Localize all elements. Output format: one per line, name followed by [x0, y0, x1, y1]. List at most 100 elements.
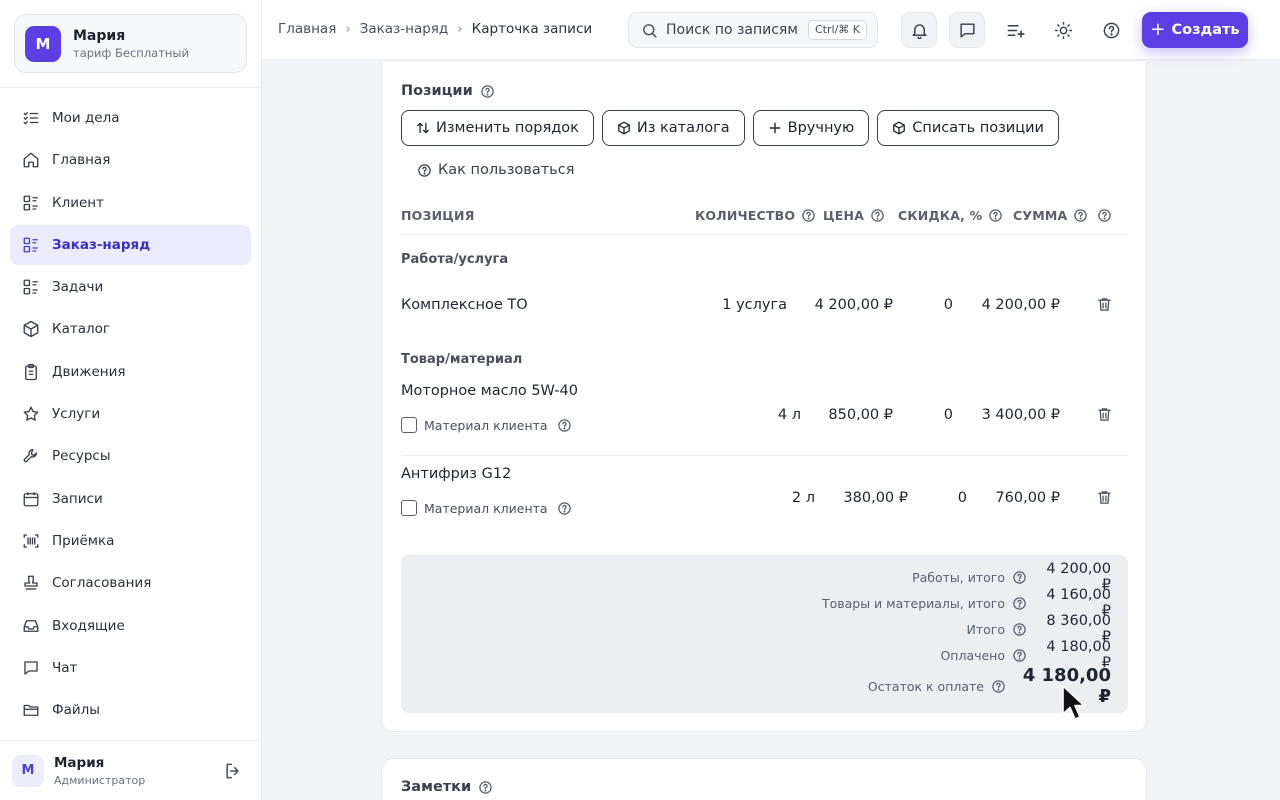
account-switcher[interactable]: М Мария тариф Бесплатный	[14, 14, 247, 73]
sidebar-item-inbox[interactable]: Входящие	[10, 606, 251, 646]
sidebar-item-records[interactable]: Записи	[10, 479, 251, 519]
write-off-button[interactable]: Списать позиции	[877, 110, 1059, 146]
manual-add-button[interactable]: Вручную	[752, 110, 870, 146]
help-icon[interactable]	[1012, 648, 1027, 663]
write-off-button-label: Списать позиции	[912, 120, 1044, 136]
manual-add-button-label: Вручную	[787, 120, 855, 136]
sidebar-item-label: Главная	[52, 152, 111, 169]
position-price: 380,00 ₽	[843, 490, 908, 506]
list-plus-icon	[1006, 21, 1025, 40]
create-button[interactable]: + Создать	[1142, 12, 1248, 48]
notes-title: Заметки	[401, 779, 493, 795]
message-icon	[958, 21, 977, 40]
reorder-button[interactable]: Изменить порядок	[401, 110, 594, 146]
help-button[interactable]	[1093, 12, 1129, 48]
client-material-checkbox[interactable]: Материал клиента	[401, 500, 572, 516]
help-icon[interactable]	[1012, 622, 1027, 637]
help-icon[interactable]	[1097, 208, 1112, 223]
position-name: Моторное масло 5W-40	[401, 383, 578, 399]
total-remaining-value: 4 180,00 ₽	[1022, 665, 1111, 707]
help-icon[interactable]	[988, 208, 1003, 223]
column-header-price-label: ЦЕНА	[823, 208, 865, 223]
table-row[interactable]: Антифриз G12 Материал клиента 2 л 380,00…	[401, 460, 1128, 540]
help-icon[interactable]	[801, 208, 816, 223]
avatar: М	[12, 754, 44, 787]
account-name: Мария	[73, 27, 126, 44]
help-icon[interactable]	[478, 780, 493, 795]
positions-title-text: Позиции	[401, 83, 473, 99]
chat-icon	[22, 659, 40, 677]
sidebar-item-label: Мои дела	[52, 110, 120, 126]
help-icon[interactable]	[870, 208, 885, 223]
sidebar-item-label: Задачи	[52, 279, 104, 296]
position-discount: 0	[957, 490, 967, 506]
sidebar-nav: Мои дела Главная Клиент Заказ-наряд Зада…	[10, 98, 251, 732]
from-catalog-button[interactable]: Из каталога	[601, 110, 745, 146]
sidebar-item-approvals[interactable]: Согласования	[10, 563, 251, 603]
help-icon[interactable]	[480, 84, 495, 99]
checkbox[interactable]	[401, 417, 417, 433]
position-name: Комплексное ТО	[401, 297, 528, 313]
sidebar-item-label: Каталог	[52, 321, 110, 338]
position-discount: 0	[943, 297, 953, 313]
help-icon[interactable]	[1012, 596, 1027, 611]
theme-toggle-button[interactable]	[1045, 12, 1081, 48]
client-material-checkbox[interactable]: Материал клиента	[401, 417, 572, 433]
position-quantity: 2 л	[791, 490, 815, 506]
help-icon[interactable]	[1073, 208, 1088, 223]
sidebar-item-my-tasks[interactable]: Мои дела	[10, 98, 251, 138]
trash-icon[interactable]	[1096, 406, 1113, 423]
column-header-discount: СКИДКА, %	[898, 208, 1003, 223]
client-material-label: Материал клиента	[424, 417, 548, 433]
sidebar: М Мария тариф Бесплатный Мои дела Главна…	[0, 0, 262, 800]
trash-icon[interactable]	[1096, 296, 1113, 313]
help-icon[interactable]	[1012, 570, 1027, 585]
search-box[interactable]: Ctrl/⌘ K	[628, 12, 878, 48]
add-list-button[interactable]	[997, 12, 1033, 48]
inbox-icon	[22, 617, 40, 635]
help-icon[interactable]	[557, 418, 572, 433]
table-row[interactable]: Моторное масло 5W-40 Материал клиента 4 …	[401, 377, 1128, 456]
sidebar-item-label: Согласования	[52, 575, 152, 592]
sidebar-item-chat[interactable]: Чат	[10, 648, 251, 688]
sidebar-item-home[interactable]: Главная	[10, 140, 251, 180]
breadcrumb-home[interactable]: Главная	[278, 21, 336, 37]
how-to-use-link[interactable]: Как пользоваться	[417, 162, 574, 178]
column-header-position: ПОЗИЦИЯ	[401, 208, 475, 223]
help-icon[interactable]	[991, 679, 1006, 694]
sidebar-item-services[interactable]: Услуги	[10, 394, 251, 434]
sidebar-item-label: Входящие	[52, 617, 125, 634]
total-remaining: Остаток к оплате 4 180,00 ₽	[868, 665, 1111, 707]
help-icon[interactable]	[557, 501, 572, 516]
checkbox[interactable]	[401, 500, 417, 516]
sidebar-item-catalog[interactable]: Каталог	[10, 309, 251, 349]
help-icon	[417, 163, 438, 178]
how-to-use-label: Как пользоваться	[438, 162, 575, 178]
total-goods: Товары и материалы, итого 4 160,00 ₽	[822, 587, 1111, 619]
sidebar-divider	[0, 87, 262, 88]
positions-actions: Изменить порядок Из каталога Вручную Спи…	[401, 110, 1067, 146]
group-label-goods: Товар/материал	[401, 352, 523, 367]
sidebar-item-tasks[interactable]: Задачи	[10, 267, 251, 307]
sidebar-item-label: Заказ-наряд	[52, 236, 151, 253]
position-sum: 3 400,00 ₽	[981, 407, 1060, 423]
sidebar-item-resources[interactable]: Ресурсы	[10, 436, 251, 476]
sidebar-item-files[interactable]: Файлы	[10, 690, 251, 730]
sidebar-item-work-order[interactable]: Заказ-наряд	[10, 224, 251, 265]
search-input[interactable]	[666, 22, 798, 38]
trash-icon[interactable]	[1096, 489, 1113, 506]
positions-card: Позиции Изменить порядок Из каталога Вру…	[381, 60, 1147, 732]
table-row[interactable]: Комплексное ТО 1 услуга 4 200,00 ₽ 0 4 2…	[401, 286, 1128, 326]
notifications-button[interactable]	[901, 12, 937, 48]
sidebar-item-label: Файлы	[52, 702, 100, 719]
position-quantity: 1 услуга	[722, 297, 787, 313]
clipboard-icon	[22, 363, 40, 381]
sidebar-item-movements[interactable]: Движения	[10, 352, 251, 392]
messages-button[interactable]	[949, 12, 985, 48]
sidebar-item-intake[interactable]: Приёмка	[10, 521, 251, 561]
sidebar-item-client[interactable]: Клиент	[10, 183, 251, 223]
breadcrumb-work-order[interactable]: Заказ-наряд	[360, 21, 449, 37]
logout-icon[interactable]	[223, 761, 243, 781]
column-header-position-label: ПОЗИЦИЯ	[401, 208, 475, 223]
total-paid: Оплачено 4 180,00 ₽	[940, 639, 1111, 671]
